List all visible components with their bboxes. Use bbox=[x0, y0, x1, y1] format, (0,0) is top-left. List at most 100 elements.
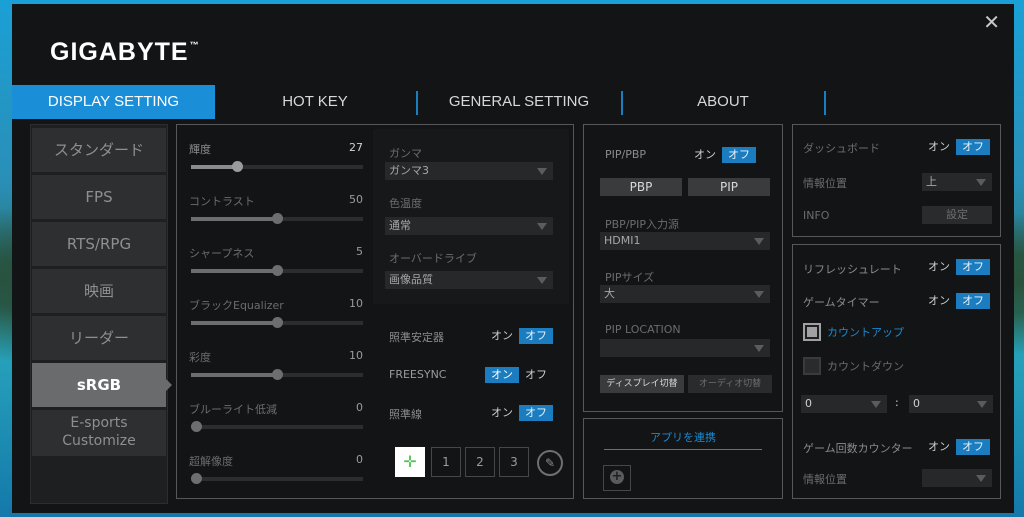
overdrive-select[interactable]: 画像品質 bbox=[385, 271, 553, 289]
chevron-down-icon bbox=[754, 291, 764, 298]
mode-rts-rpg[interactable]: RTS/RPG bbox=[32, 222, 166, 266]
slider-knob[interactable] bbox=[272, 369, 283, 380]
slider-knob[interactable] bbox=[272, 213, 283, 224]
crosshair-toggle[interactable]: オン オフ bbox=[485, 405, 553, 421]
logo: GIGABYTE™ bbox=[50, 38, 200, 66]
mode-reader[interactable]: リーダー bbox=[32, 316, 166, 360]
app-link-panel: アプリを連携 + bbox=[583, 418, 783, 499]
chevron-down-icon bbox=[977, 401, 987, 408]
slider-track[interactable] bbox=[191, 265, 363, 276]
freesync-toggle[interactable]: オン オフ bbox=[485, 367, 553, 383]
refresh-rate-label: リフレッシュレート bbox=[803, 263, 902, 276]
gamma-label: ガンマ bbox=[389, 147, 422, 160]
count-down-radio[interactable] bbox=[803, 357, 821, 375]
game-timer-toggle[interactable]: オン オフ bbox=[922, 293, 990, 309]
tab-bar: DISPLAY SETTING HOT KEY GENERAL SETTING … bbox=[12, 85, 1014, 119]
slider-track[interactable] bbox=[191, 421, 363, 432]
audio-switch-button[interactable]: オーディオ切替 bbox=[688, 375, 772, 393]
close-icon[interactable]: ✕ bbox=[983, 10, 1000, 34]
chevron-down-icon bbox=[976, 179, 986, 186]
slider-fill bbox=[191, 321, 277, 325]
slider-knob[interactable] bbox=[191, 421, 202, 432]
crosshair-1-button[interactable]: 1 bbox=[431, 447, 461, 477]
pbp-button[interactable]: PBP bbox=[600, 178, 682, 196]
slider-track[interactable] bbox=[191, 317, 363, 328]
crosshair-3-button[interactable]: 3 bbox=[499, 447, 529, 477]
game-counter-toggle[interactable]: オン オフ bbox=[922, 439, 990, 455]
picture-settings-panel: 輝度 27 コントラスト 50 シャープネス 5 ブラックEqualizer 10 彩度 10 ブル… bbox=[176, 124, 574, 499]
link-app-button[interactable]: アプリを連携 bbox=[604, 429, 762, 445]
source-label: PBP/PIP入力源 bbox=[605, 218, 680, 231]
plus-icon: + bbox=[610, 469, 624, 484]
freesync-label: FREESYNC bbox=[389, 368, 447, 381]
display-switch-button[interactable]: ディスプレイ切替 bbox=[600, 375, 684, 393]
slider-label: ブルーライト低減 bbox=[189, 403, 277, 416]
count-up-radio[interactable] bbox=[803, 323, 821, 341]
crosshair-2-button[interactable]: 2 bbox=[465, 447, 495, 477]
crosshair-label: 照準線 bbox=[389, 408, 422, 421]
color-temp-label: 色温度 bbox=[389, 197, 422, 210]
slider-knob[interactable] bbox=[272, 317, 283, 328]
pip-button[interactable]: PIP bbox=[688, 178, 770, 196]
slider-label: 輝度 bbox=[189, 143, 211, 156]
color-temp-select[interactable]: 通常 bbox=[385, 217, 553, 235]
game-timer-label: ゲームタイマー bbox=[803, 296, 880, 309]
gamma-select[interactable]: ガンマ3 bbox=[385, 162, 553, 180]
slider-knob[interactable] bbox=[232, 161, 244, 172]
tab-about[interactable]: ABOUT bbox=[623, 85, 823, 119]
dashboard-toggle[interactable]: オン オフ bbox=[922, 139, 990, 155]
tab-display-setting[interactable]: DISPLAY SETTING bbox=[12, 85, 215, 119]
slider-value: 50 bbox=[349, 193, 363, 206]
add-app-button[interactable]: + bbox=[603, 465, 631, 491]
minutes-select[interactable]: 0 bbox=[801, 395, 887, 413]
slider-label: コントラスト bbox=[189, 195, 255, 208]
info-settings-button[interactable]: 設定 bbox=[922, 206, 992, 224]
seconds-select[interactable]: 0 bbox=[909, 395, 993, 413]
edit-icon[interactable]: ✎ bbox=[537, 450, 563, 476]
mode-fps[interactable]: FPS bbox=[32, 175, 166, 219]
tab-hot-key[interactable]: HOT KEY bbox=[215, 85, 415, 119]
slider-track[interactable] bbox=[191, 213, 363, 224]
pip-size-label: PIPサイズ bbox=[605, 271, 655, 284]
pip-pbp-toggle[interactable]: オン オフ bbox=[688, 147, 756, 163]
count-up-label: カウントアップ bbox=[827, 326, 904, 339]
slider-value: 10 bbox=[349, 349, 363, 362]
counter-position-label: 情報位置 bbox=[803, 473, 847, 486]
app-window: ✕ GIGABYTE™ DISPLAY SETTING HOT KEY GENE… bbox=[12, 4, 1014, 513]
mode-standard[interactable]: スタンダード bbox=[32, 128, 166, 172]
tab-general-setting[interactable]: GENERAL SETTING bbox=[418, 85, 620, 119]
slider-track[interactable] bbox=[191, 369, 363, 380]
crosshair-icon[interactable]: ✛ bbox=[395, 447, 425, 477]
slider-track[interactable] bbox=[191, 473, 363, 484]
mode-movie[interactable]: 映画 bbox=[32, 269, 166, 313]
counter-position-select[interactable] bbox=[922, 469, 992, 487]
refresh-rate-toggle[interactable]: オン オフ bbox=[922, 259, 990, 275]
pip-panel: PIP/PBP オン オフ PBP PIP PBP/PIP入力源 HDMI1 PI… bbox=[583, 124, 783, 412]
pip-location-select[interactable] bbox=[600, 339, 770, 357]
pip-size-select[interactable]: 大 bbox=[600, 285, 770, 303]
info-label: INFO bbox=[803, 209, 830, 222]
slider-fill bbox=[191, 373, 277, 377]
slider-knob[interactable] bbox=[191, 473, 202, 484]
slider-value: 10 bbox=[349, 297, 363, 310]
info-position-select[interactable]: 上 bbox=[922, 173, 992, 191]
slider-fill bbox=[191, 217, 277, 221]
slider-track[interactable] bbox=[191, 161, 363, 172]
slider-value: 0 bbox=[356, 453, 363, 466]
overdrive-label: オーバードライブ bbox=[389, 252, 477, 265]
aim-stabilizer-toggle[interactable]: オン オフ bbox=[485, 328, 553, 344]
divider bbox=[604, 449, 762, 450]
mode-esports-customize[interactable]: E-sports Customize bbox=[32, 410, 166, 456]
slider-value: 5 bbox=[356, 245, 363, 258]
pip-location-label: PIP LOCATION bbox=[605, 323, 681, 336]
chevron-down-icon bbox=[871, 401, 881, 408]
slider-label: シャープネス bbox=[189, 247, 255, 260]
radio-dot bbox=[807, 327, 817, 337]
mode-srgb[interactable]: sRGB bbox=[32, 363, 172, 407]
slider-knob[interactable] bbox=[272, 265, 283, 276]
slider-label: 彩度 bbox=[189, 351, 211, 364]
chevron-down-icon bbox=[754, 345, 764, 352]
chevron-down-icon bbox=[537, 277, 547, 284]
pip-pbp-label: PIP/PBP bbox=[605, 148, 647, 161]
source-select[interactable]: HDMI1 bbox=[600, 232, 770, 250]
